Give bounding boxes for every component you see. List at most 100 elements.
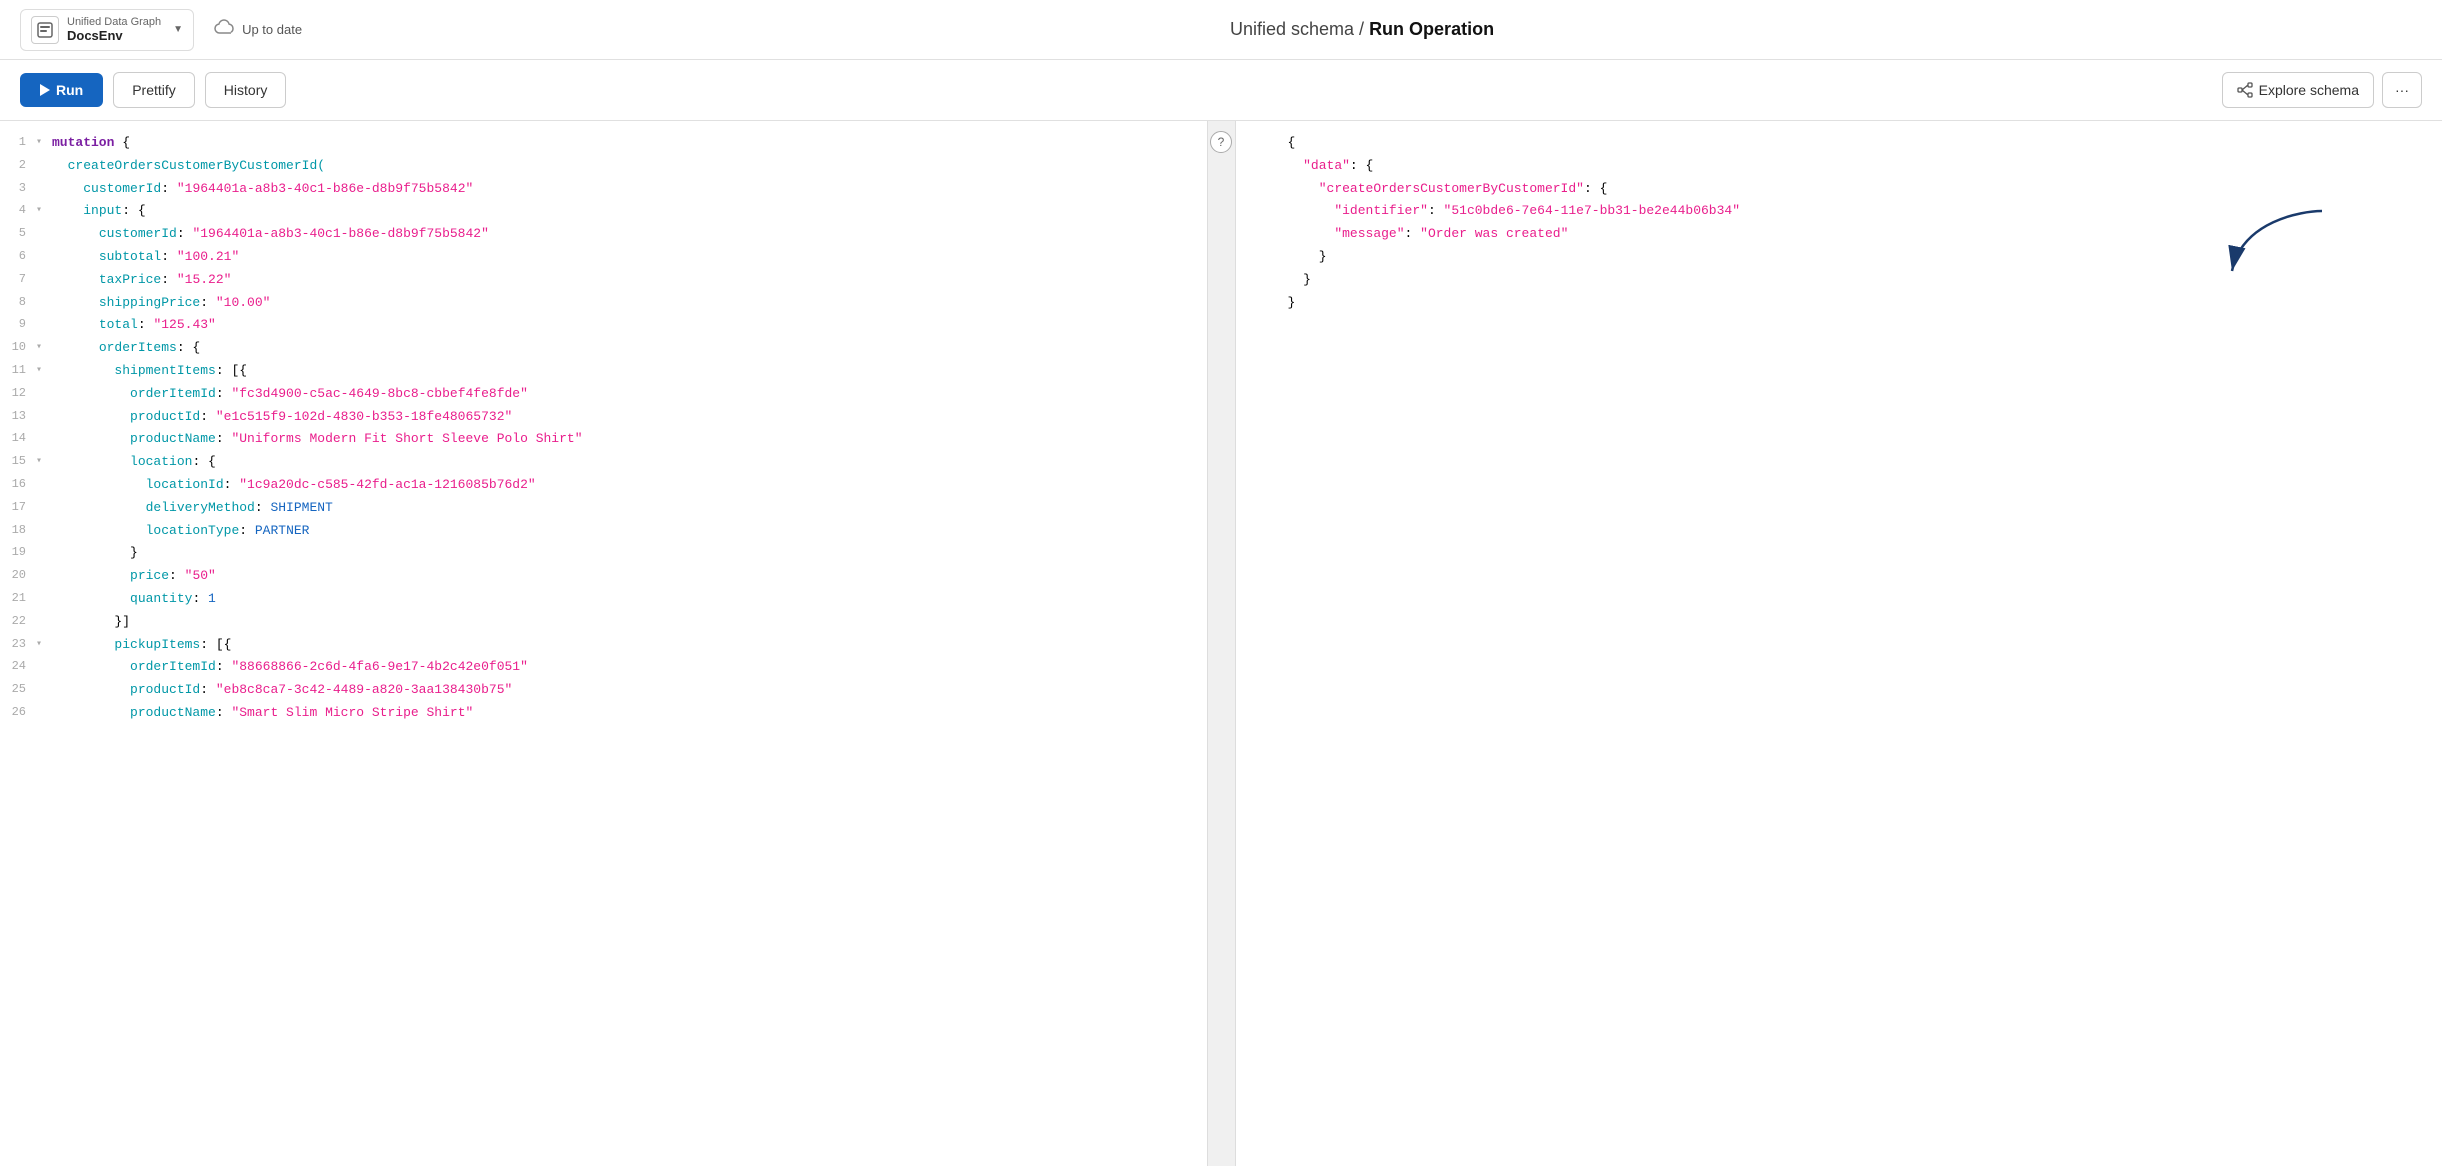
- fold-arrow[interactable]: [36, 291, 52, 295]
- line-number: 26: [0, 701, 36, 722]
- fold-arrow[interactable]: [36, 154, 52, 158]
- fold-arrow[interactable]: [36, 473, 52, 477]
- line-content: }]: [52, 610, 1207, 633]
- fold-arrow[interactable]: ▾: [36, 359, 52, 379]
- line-number: 14: [0, 427, 36, 448]
- result-line-content: }: [1288, 268, 2442, 291]
- result-line-content: "message": "Order was created": [1288, 222, 2442, 245]
- fold-arrow[interactable]: [36, 222, 52, 226]
- code-line: 20 price: "50": [0, 564, 1207, 587]
- fold-arrow[interactable]: [36, 610, 52, 614]
- line-content: locationId: "1c9a20dc-c585-42fd-ac1a-121…: [52, 473, 1207, 496]
- env-label: Unified Data Graph: [67, 16, 161, 28]
- line-content: pickupItems: [{: [52, 633, 1207, 656]
- line-content: input: {: [52, 199, 1207, 222]
- result-line-content: {: [1288, 131, 2442, 154]
- line-content: orderItemId: "fc3d4900-c5ac-4649-8bc8-cb…: [52, 382, 1207, 405]
- code-editor[interactable]: 1▾mutation {2 createOrdersCustomerByCust…: [0, 121, 1207, 1166]
- fold-arrow[interactable]: ▾: [36, 450, 52, 470]
- result-line: {: [1236, 131, 2442, 154]
- fold-arrow[interactable]: [36, 268, 52, 272]
- line-content: orderItems: {: [52, 336, 1207, 359]
- fold-arrow[interactable]: ▾: [36, 336, 52, 356]
- history-button[interactable]: History: [205, 72, 287, 108]
- fold-arrow[interactable]: [36, 405, 52, 409]
- line-content: productName: "Uniforms Modern Fit Short …: [52, 427, 1207, 450]
- help-button[interactable]: ?: [1210, 131, 1232, 153]
- code-line: 1▾mutation {: [0, 131, 1207, 154]
- sync-label: Up to date: [242, 22, 302, 37]
- env-icon: [31, 16, 59, 44]
- explore-schema-label: Explore schema: [2259, 82, 2359, 98]
- code-line: 5 customerId: "1964401a-a8b3-40c1-b86e-d…: [0, 222, 1207, 245]
- line-number: 2: [0, 154, 36, 175]
- line-content: taxPrice: "15.22": [52, 268, 1207, 291]
- fold-arrow[interactable]: [36, 427, 52, 431]
- line-content: customerId: "1964401a-a8b3-40c1-b86e-d8b…: [52, 222, 1207, 245]
- line-content: deliveryMethod: SHIPMENT: [52, 496, 1207, 519]
- code-line: 7 taxPrice: "15.22": [0, 268, 1207, 291]
- code-line: 16 locationId: "1c9a20dc-c585-42fd-ac1a-…: [0, 473, 1207, 496]
- code-line: 15▾ location: {: [0, 450, 1207, 473]
- line-content: price: "50": [52, 564, 1207, 587]
- prettify-button[interactable]: Prettify: [113, 72, 195, 108]
- line-content: locationType: PARTNER: [52, 519, 1207, 542]
- line-number: 9: [0, 313, 36, 334]
- line-number: 8: [0, 291, 36, 312]
- fold-arrow[interactable]: [36, 313, 52, 317]
- line-content: shipmentItems: [{: [52, 359, 1207, 382]
- header: Unified Data Graph DocsEnv ▼ Up to date …: [0, 0, 2442, 60]
- sync-status: Up to date: [214, 19, 302, 40]
- result-line-content: }: [1288, 291, 2442, 314]
- fold-arrow[interactable]: [36, 382, 52, 386]
- line-content: mutation {: [52, 131, 1207, 154]
- run-button[interactable]: Run: [20, 73, 103, 107]
- fold-arrow[interactable]: ▾: [36, 131, 52, 151]
- line-number: 16: [0, 473, 36, 494]
- fold-arrow[interactable]: ▾: [36, 199, 52, 219]
- line-number: 4: [0, 199, 36, 220]
- result-line-content: "data": {: [1288, 154, 2442, 177]
- fold-arrow[interactable]: [36, 587, 52, 591]
- code-line: 9 total: "125.43": [0, 313, 1207, 336]
- line-content: productName: "Smart Slim Micro Stripe Sh…: [52, 701, 1207, 724]
- line-content: productId: "e1c515f9-102d-4830-b353-18fe…: [52, 405, 1207, 428]
- code-line: 26 productName: "Smart Slim Micro Stripe…: [0, 701, 1207, 724]
- code-line: 2 createOrdersCustomerByCustomerId(: [0, 154, 1207, 177]
- result-line-content: "createOrdersCustomerByCustomerId": {: [1288, 177, 2442, 200]
- line-content: customerId: "1964401a-a8b3-40c1-b86e-d8b…: [52, 177, 1207, 200]
- line-number: 15: [0, 450, 36, 471]
- more-button[interactable]: ···: [2382, 72, 2422, 108]
- explore-schema-button[interactable]: Explore schema: [2222, 72, 2374, 108]
- schema-icon: [2237, 82, 2253, 98]
- code-line: 25 productId: "eb8c8ca7-3c42-4489-a820-3…: [0, 678, 1207, 701]
- line-content: }: [52, 541, 1207, 564]
- code-line: 22 }]: [0, 610, 1207, 633]
- fold-arrow[interactable]: [36, 564, 52, 568]
- fold-arrow[interactable]: [36, 678, 52, 682]
- fold-arrow[interactable]: ▾: [36, 633, 52, 653]
- line-number: 22: [0, 610, 36, 631]
- line-number: 12: [0, 382, 36, 403]
- code-line: 3 customerId: "1964401a-a8b3-40c1-b86e-d…: [0, 177, 1207, 200]
- fold-arrow[interactable]: [36, 496, 52, 500]
- line-content: orderItemId: "88668866-2c6d-4fa6-9e17-4b…: [52, 655, 1207, 678]
- cloud-icon: [214, 19, 236, 40]
- line-number: 19: [0, 541, 36, 562]
- fold-arrow[interactable]: [36, 519, 52, 523]
- fold-arrow[interactable]: [36, 655, 52, 659]
- env-selector[interactable]: Unified Data Graph DocsEnv ▼: [20, 9, 194, 51]
- code-line: 24 orderItemId: "88668866-2c6d-4fa6-9e17…: [0, 655, 1207, 678]
- result-line-content: "identifier": "51c0bde6-7e64-11e7-bb31-b…: [1288, 199, 2442, 222]
- fold-arrow[interactable]: [36, 541, 52, 545]
- fold-arrow[interactable]: [36, 177, 52, 181]
- fold-arrow[interactable]: [36, 701, 52, 705]
- result-editor[interactable]: { "data": { "createOrdersCustomerByCusto…: [1236, 121, 2442, 1166]
- fold-arrow[interactable]: [36, 245, 52, 249]
- code-line: 6 subtotal: "100.21": [0, 245, 1207, 268]
- line-number: 18: [0, 519, 36, 540]
- line-number: 10: [0, 336, 36, 357]
- line-content: subtotal: "100.21": [52, 245, 1207, 268]
- divider-panel: ?: [1208, 121, 1236, 1166]
- play-icon: [40, 84, 50, 96]
